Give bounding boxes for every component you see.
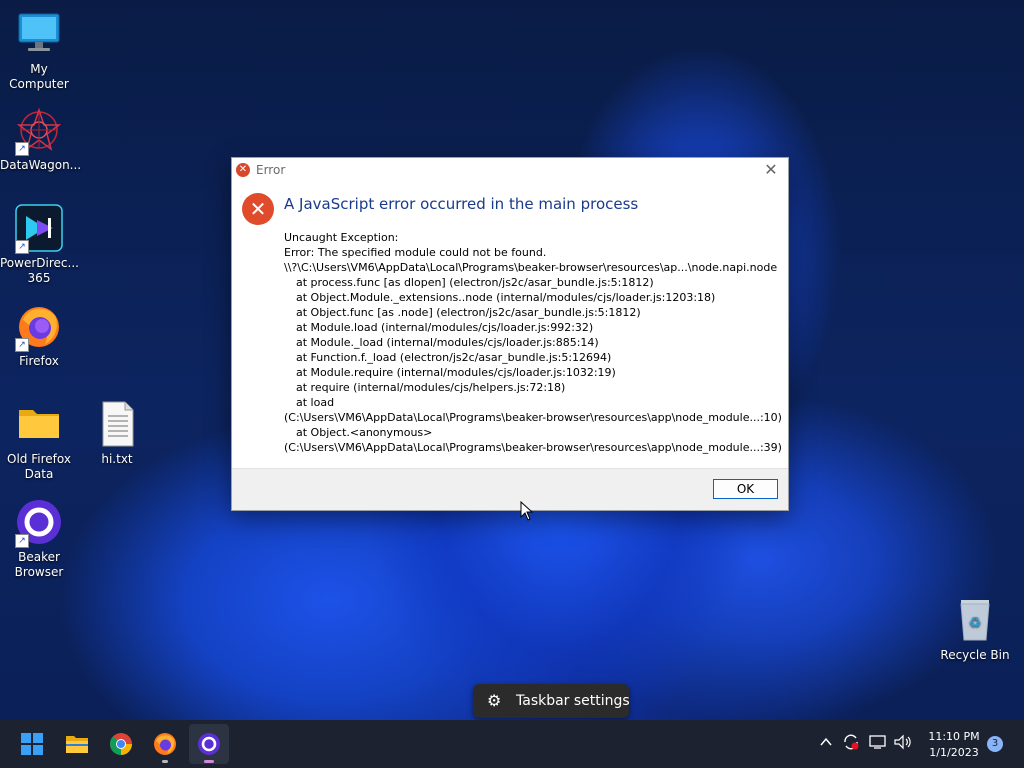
shortcut-arrow-icon: ↗ <box>15 240 29 254</box>
shortcut-arrow-icon: ↗ <box>15 338 29 352</box>
taskbar-settings-tooltip[interactable]: ⚙ Taskbar settings <box>473 684 630 718</box>
ok-button[interactable]: OK <box>713 479 778 499</box>
dialog-heading: A JavaScript error occurred in the main … <box>284 195 639 213</box>
dialog-title: Error <box>256 163 286 177</box>
message-line: \\?\C:\Users\VM6\AppData\Local\Programs\… <box>284 261 778 274</box>
file-explorer-icon <box>66 736 88 753</box>
chrome-icon <box>110 733 132 755</box>
desktop-icon-hi-txt[interactable]: hi.txt <box>78 400 156 467</box>
running-indicator <box>204 760 214 763</box>
firefox-icon <box>154 733 176 755</box>
beaker-browser-icon <box>198 733 220 755</box>
beaker-browser-icon: ↗ <box>15 498 63 548</box>
network-icon[interactable] <box>869 734 887 754</box>
recycle-bin-icon: ♻ <box>951 596 999 644</box>
message-line: (C:\Users\VM6\AppData\Local\Programs\bea… <box>284 411 782 424</box>
desktop-icon-label: Recycle Bin <box>940 648 1010 662</box>
error-dialog: ✕ Error ✕ ✕ A JavaScript error occurred … <box>231 157 789 511</box>
desktop-icon-label: hi.txt <box>101 452 133 466</box>
taskbar-file-explorer[interactable] <box>57 724 97 764</box>
message-line: at require (internal/modules/cjs/helpers… <box>296 381 566 394</box>
desktop-icon-label: PowerDirec... 365 <box>0 256 79 285</box>
message-line: at Object.<anonymous> <box>296 426 433 439</box>
message-line: at Module.load (internal/modules/cjs/loa… <box>296 321 594 334</box>
desktop-icon-label: My Computer <box>9 62 69 91</box>
monitor-icon <box>15 10 63 58</box>
message-line: Error: The specified module could not be… <box>284 246 547 259</box>
message-line: at process.func [as dlopen] (electron/js… <box>296 276 654 289</box>
clock-date[interactable]: 1/1/2023 <box>928 746 980 759</box>
message-line: at Module.require (internal/modules/cjs/… <box>296 366 616 379</box>
message-line: at load <box>296 396 335 409</box>
clock-time[interactable]: 11:10 PM <box>928 730 980 743</box>
firefox-icon: ↗ <box>15 302 63 352</box>
folder-icon <box>15 400 63 448</box>
start-button[interactable] <box>12 724 52 764</box>
desktop-icon-powerdirector[interactable]: ↗ PowerDirec... 365 <box>0 204 79 286</box>
chevron-up-icon[interactable] <box>819 735 833 753</box>
text-file-icon <box>93 400 141 448</box>
message-line: at Object.Module._extensions..node (inte… <box>296 291 716 304</box>
desktop-icon-beaker-browser[interactable]: ↗ Beaker Browser <box>0 498 78 580</box>
shortcut-arrow-icon: ↗ <box>15 534 29 548</box>
dialog-footer: OK <box>232 468 788 510</box>
close-icon[interactable]: ✕ <box>762 161 780 179</box>
desktop-icon-label: DataWagon... <box>0 158 82 172</box>
desktop-icon-label: Firefox <box>19 354 59 368</box>
notification-badge[interactable]: 3 <box>987 736 1003 752</box>
taskbar <box>0 720 1024 768</box>
error-icon: ✕ <box>242 193 274 225</box>
gear-icon: ⚙ <box>487 691 502 710</box>
powerdirector-logo-icon: ↗ <box>15 204 63 254</box>
sync-icon[interactable] <box>842 733 860 755</box>
start-icon <box>21 733 43 755</box>
shortcut-arrow-icon: ↗ <box>15 142 29 156</box>
desktop-icon-label: Old Firefox Data <box>7 452 71 481</box>
message-line: at Function.f._load (electron/js2c/asar_… <box>296 351 612 364</box>
running-indicator <box>162 760 168 763</box>
datawagon-logo-icon: ↗ <box>15 106 63 156</box>
dialog-titlebar[interactable]: ✕ Error ✕ <box>232 158 788 182</box>
tooltip-label: Taskbar settings <box>516 693 630 709</box>
error-small-icon: ✕ <box>236 163 250 177</box>
desktop-icon-firefox[interactable]: ↗ Firefox <box>0 302 78 369</box>
desktop-icon-old-firefox-data[interactable]: Old Firefox Data <box>0 400 78 482</box>
desktop-icon-recycle-bin[interactable]: ♻ Recycle Bin <box>936 596 1014 663</box>
message-line: at Object.func [as .node] (electron/js2c… <box>296 306 641 319</box>
taskbar-beaker-browser[interactable] <box>189 724 229 764</box>
message-line: at Module._load (internal/modules/cjs/lo… <box>296 336 599 349</box>
volume-icon[interactable] <box>893 734 913 754</box>
desktop-icon-label: Beaker Browser <box>14 550 64 579</box>
message-line: (C:\Users\VM6\AppData\Local\Programs\bea… <box>284 441 782 454</box>
mouse-cursor-icon <box>520 501 534 521</box>
message-line: Uncaught Exception: <box>284 231 399 244</box>
taskbar-chrome[interactable] <box>101 724 141 764</box>
desktop-icon-my-computer[interactable]: My Computer <box>0 10 78 92</box>
taskbar-firefox[interactable] <box>145 724 185 764</box>
desktop-icon-datawagon[interactable]: ↗ DataWagon... <box>0 106 82 173</box>
error-message: Uncaught Exception: Error: The specified… <box>284 230 784 455</box>
svg-text:♻: ♻ <box>969 615 982 631</box>
